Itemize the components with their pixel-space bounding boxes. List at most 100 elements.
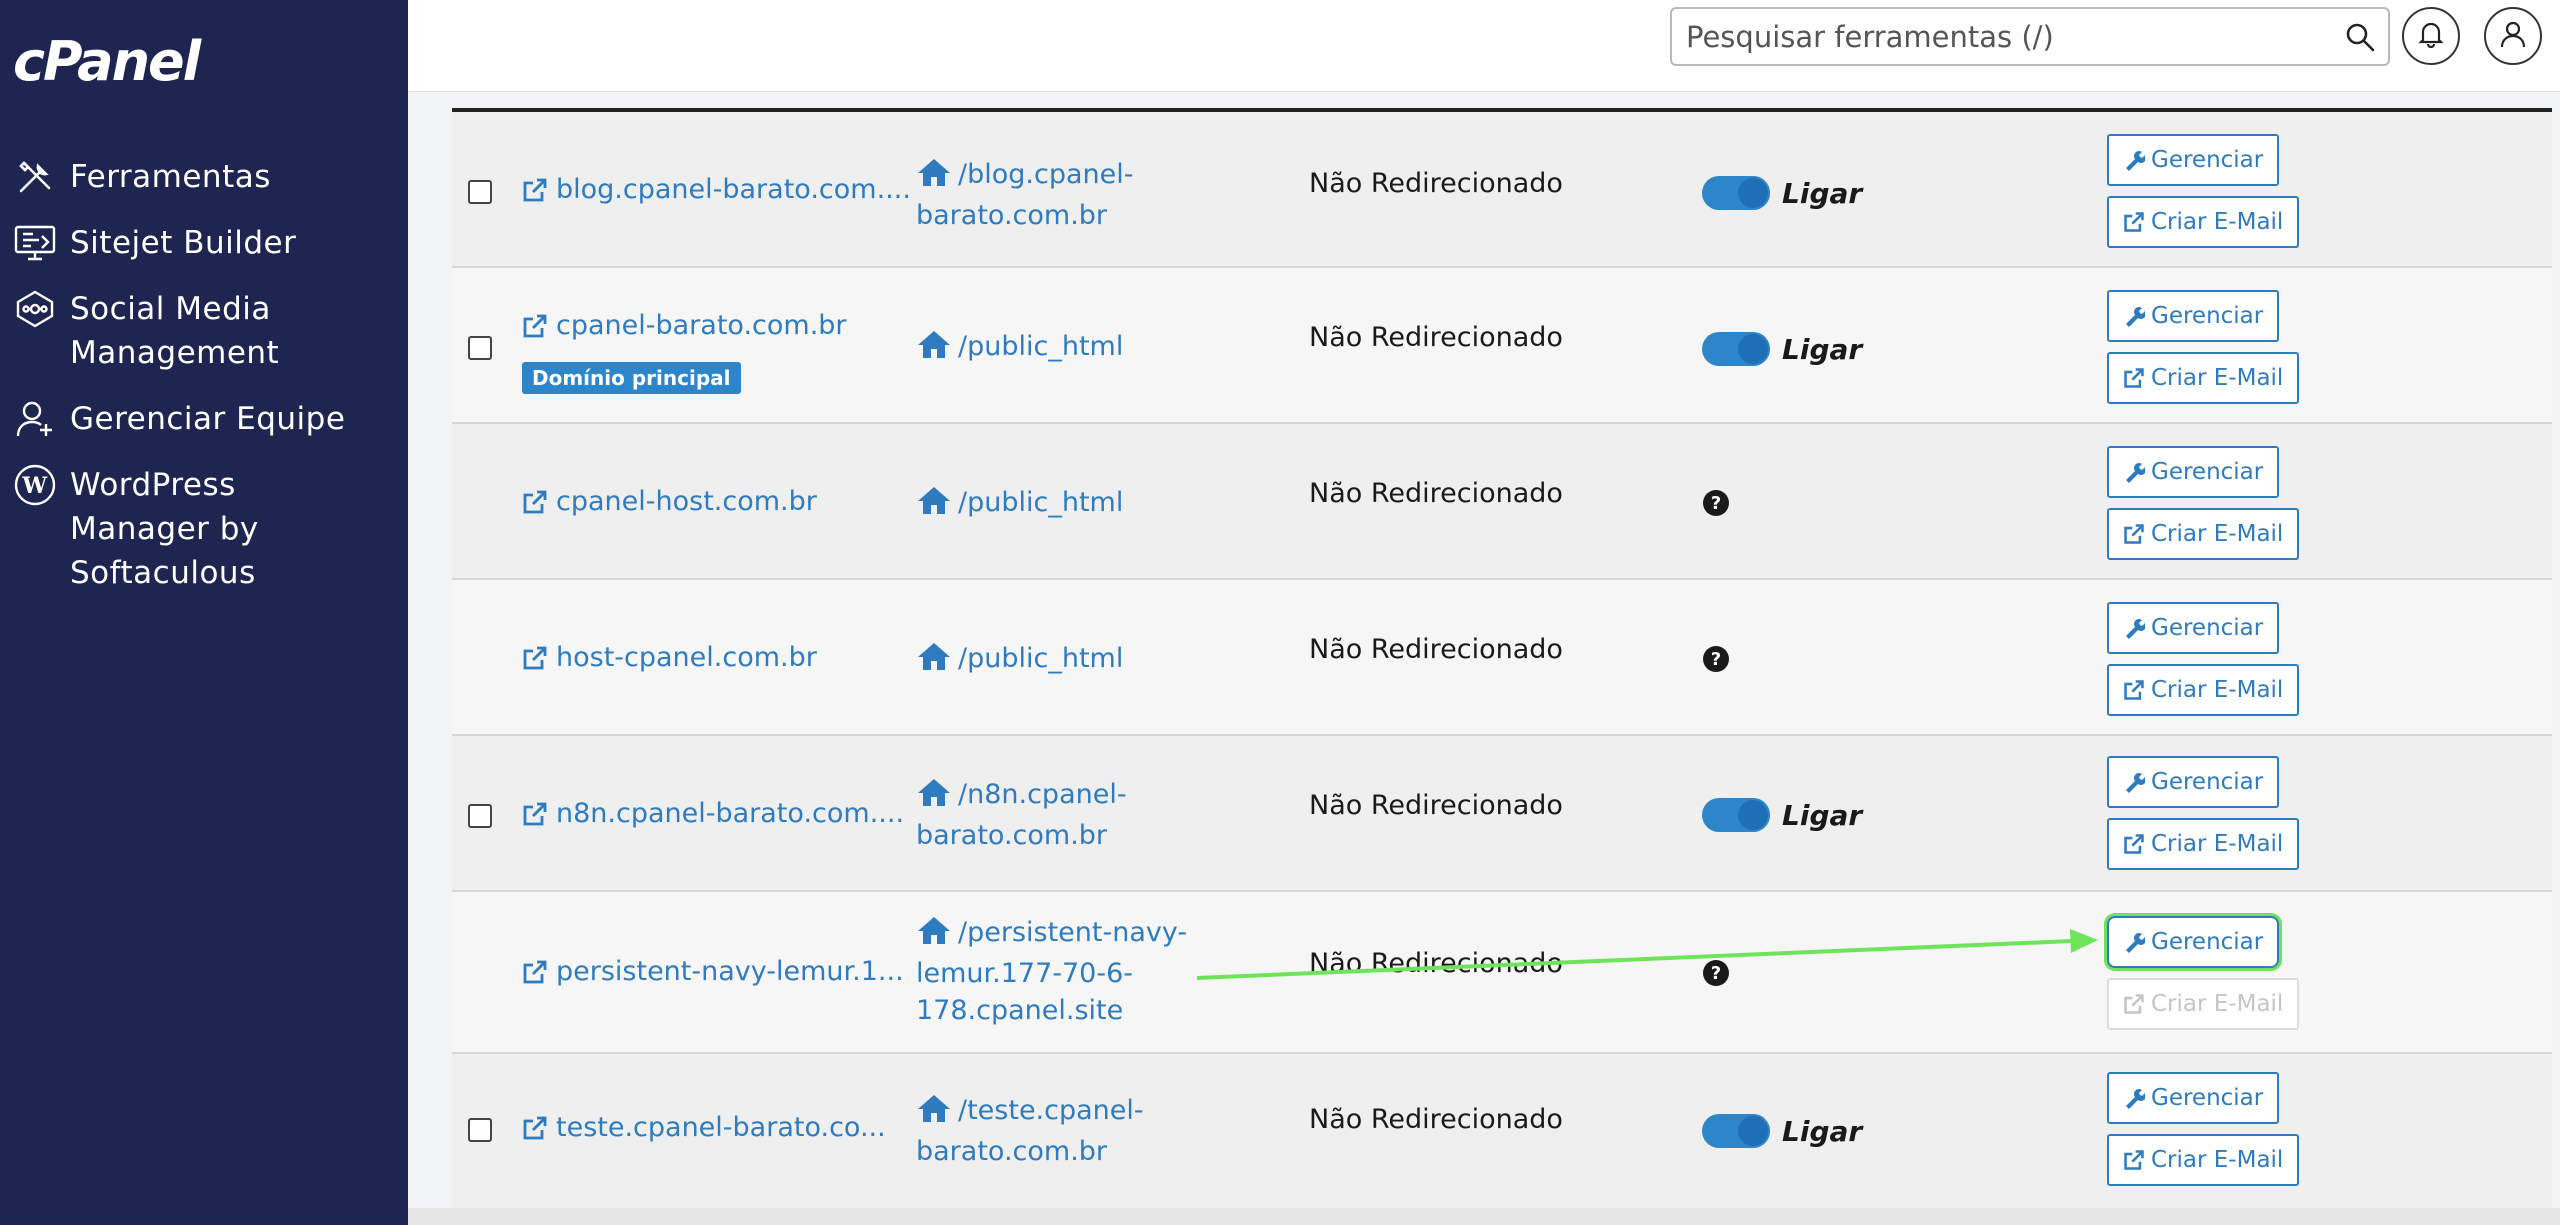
tools-icon — [12, 155, 58, 199]
home-icon — [916, 329, 952, 369]
domain-link[interactable]: n8n.cpanel-barato.com.... — [522, 798, 904, 829]
domain-link[interactable]: cpanel-host.com.br — [522, 486, 817, 517]
external-link-icon — [2124, 524, 2144, 544]
create-email-button[interactable]: Criar E-Mail — [2107, 196, 2300, 248]
svg-text:W: W — [21, 473, 47, 499]
wrench-icon — [2126, 773, 2145, 793]
redirect-status: Não Redirecionado — [1309, 168, 1563, 199]
wrench-icon — [2126, 463, 2145, 483]
home-icon — [916, 641, 952, 681]
social-media-icon — [12, 287, 58, 331]
external-link-icon — [523, 960, 547, 983]
external-link-icon — [2124, 368, 2144, 388]
table-row: cpanel-host.com.br /public_html Não Redi… — [452, 424, 2552, 580]
domain-link[interactable]: blog.cpanel-barato.com.... — [522, 174, 911, 205]
domain-link[interactable]: cpanel-barato.com.br — [522, 310, 847, 341]
manage-button[interactable]: Gerenciar — [2107, 134, 2280, 186]
home-icon — [916, 777, 952, 817]
home-icon — [916, 1093, 952, 1133]
question-circle-icon[interactable]: ? — [1703, 490, 1729, 516]
redirect-status: Não Redirecionado — [1309, 1104, 1563, 1135]
search-icon[interactable] — [2344, 21, 2376, 53]
redirect-status: Não Redirecionado — [1309, 634, 1563, 665]
toggle-switch[interactable] — [1702, 332, 1770, 366]
manage-button[interactable]: Gerenciar — [2107, 756, 2280, 808]
table-row: host-cpanel.com.br /public_html Não Redi… — [452, 580, 2552, 736]
https-redirect-toggle[interactable]: Ligar — [1702, 332, 1862, 366]
notifications-button[interactable] — [2402, 7, 2460, 65]
domain-link[interactable]: teste.cpanel-barato.co... — [522, 1112, 886, 1143]
search-box[interactable] — [1670, 7, 2390, 66]
docroot-link[interactable]: /blog.cpanel- barato.com.br — [916, 156, 1216, 234]
wrench-icon — [2126, 151, 2145, 171]
domains-table: blog.cpanel-barato.com.... /blog.cpanel-… — [452, 108, 2552, 1210]
top-header — [408, 0, 2560, 92]
create-email-button[interactable]: Criar E-Mail — [2107, 1134, 2300, 1186]
toggle-switch[interactable] — [1702, 798, 1770, 832]
home-icon — [916, 157, 952, 197]
docroot-link[interactable]: /public_html — [916, 484, 1216, 525]
redirect-status: Não Redirecionado — [1309, 478, 1563, 509]
sidebar-item-social-media[interactable]: Social Media Management — [0, 287, 408, 375]
external-link-icon — [2124, 994, 2144, 1014]
external-link-icon — [2124, 1150, 2144, 1170]
https-redirect-toggle[interactable]: Ligar — [1702, 1114, 1862, 1148]
user-icon — [2500, 20, 2526, 52]
manage-button[interactable]: Gerenciar — [2107, 916, 2280, 968]
domain-link[interactable]: persistent-navy-lemur.1... — [522, 956, 904, 987]
wrench-icon — [2126, 1089, 2145, 1109]
create-email-button[interactable]: Criar E-Mail — [2107, 978, 2300, 1030]
row-checkbox[interactable] — [468, 336, 492, 360]
question-circle-icon[interactable]: ? — [1703, 960, 1729, 986]
manage-button[interactable]: Gerenciar — [2107, 290, 2280, 342]
external-link-icon — [523, 490, 547, 513]
wrench-icon — [2126, 619, 2145, 639]
docroot-link[interactable]: /n8n.cpanel- barato.com.br — [916, 776, 1216, 854]
bell-icon — [2418, 20, 2444, 52]
question-circle-icon[interactable]: ? — [1703, 646, 1729, 672]
manage-button[interactable]: Gerenciar — [2107, 1072, 2280, 1124]
redirect-status: Não Redirecionado — [1309, 322, 1563, 353]
user-account-button[interactable] — [2484, 7, 2542, 65]
toggle-switch[interactable] — [1702, 176, 1770, 210]
external-link-icon — [2124, 680, 2144, 700]
wordpress-icon: W — [12, 463, 58, 507]
external-link-icon — [523, 1116, 547, 1139]
sidebar-item-wordpress-manager[interactable]: W WordPress Manager by Softaculous — [0, 463, 408, 595]
row-checkbox[interactable] — [468, 804, 492, 828]
sidebar: cPanel Ferramentas Sitejet Builder Socia… — [0, 0, 408, 1225]
home-icon — [916, 485, 952, 525]
create-email-button[interactable]: Criar E-Mail — [2107, 818, 2300, 870]
https-redirect-toggle[interactable]: Ligar — [1702, 798, 1862, 832]
sidebar-item-ferramentas[interactable]: Ferramentas — [0, 155, 408, 199]
sidebar-nav: Ferramentas Sitejet Builder Social Media… — [0, 155, 408, 617]
docroot-link[interactable]: /public_html — [916, 640, 1216, 681]
table-row: n8n.cpanel-barato.com.... /n8n.cpanel- b… — [452, 736, 2552, 892]
bottom-strip — [408, 1208, 2560, 1225]
table-row: cpanel-barato.com.br Domínio principal /… — [452, 268, 2552, 424]
https-redirect-toggle[interactable]: Ligar — [1702, 176, 1862, 210]
create-email-button[interactable]: Criar E-Mail — [2107, 508, 2300, 560]
redirect-status: Não Redirecionado — [1309, 790, 1563, 821]
docroot-link[interactable]: /public_html — [916, 328, 1216, 369]
manage-button[interactable]: Gerenciar — [2107, 446, 2280, 498]
table-row: persistent-navy-lemur.1... /persistent-n… — [452, 892, 2552, 1054]
create-email-button[interactable]: Criar E-Mail — [2107, 352, 2300, 404]
manage-button[interactable]: Gerenciar — [2107, 602, 2280, 654]
docroot-link[interactable]: /persistent-navy- lemur.177-70-6- 178.cp… — [916, 914, 1216, 1029]
table-row: teste.cpanel-barato.co... /teste.cpanel-… — [452, 1054, 2552, 1210]
create-email-button[interactable]: Criar E-Mail — [2107, 664, 2300, 716]
primary-domain-badge: Domínio principal — [522, 362, 741, 394]
external-link-icon — [2124, 212, 2144, 232]
domain-link[interactable]: host-cpanel.com.br — [522, 642, 817, 673]
toggle-switch[interactable] — [1702, 1114, 1770, 1148]
cpanel-logo[interactable]: cPanel — [13, 30, 201, 93]
wrench-icon — [2126, 307, 2145, 327]
wrench-icon — [2126, 933, 2145, 953]
sidebar-item-gerenciar-equipe[interactable]: Gerenciar Equipe — [0, 397, 408, 441]
row-checkbox[interactable] — [468, 180, 492, 204]
search-input[interactable] — [1672, 9, 2312, 64]
docroot-link[interactable]: /teste.cpanel- barato.com.br — [916, 1092, 1216, 1170]
sidebar-item-sitejet-builder[interactable]: Sitejet Builder — [0, 221, 408, 265]
row-checkbox[interactable] — [468, 1118, 492, 1142]
